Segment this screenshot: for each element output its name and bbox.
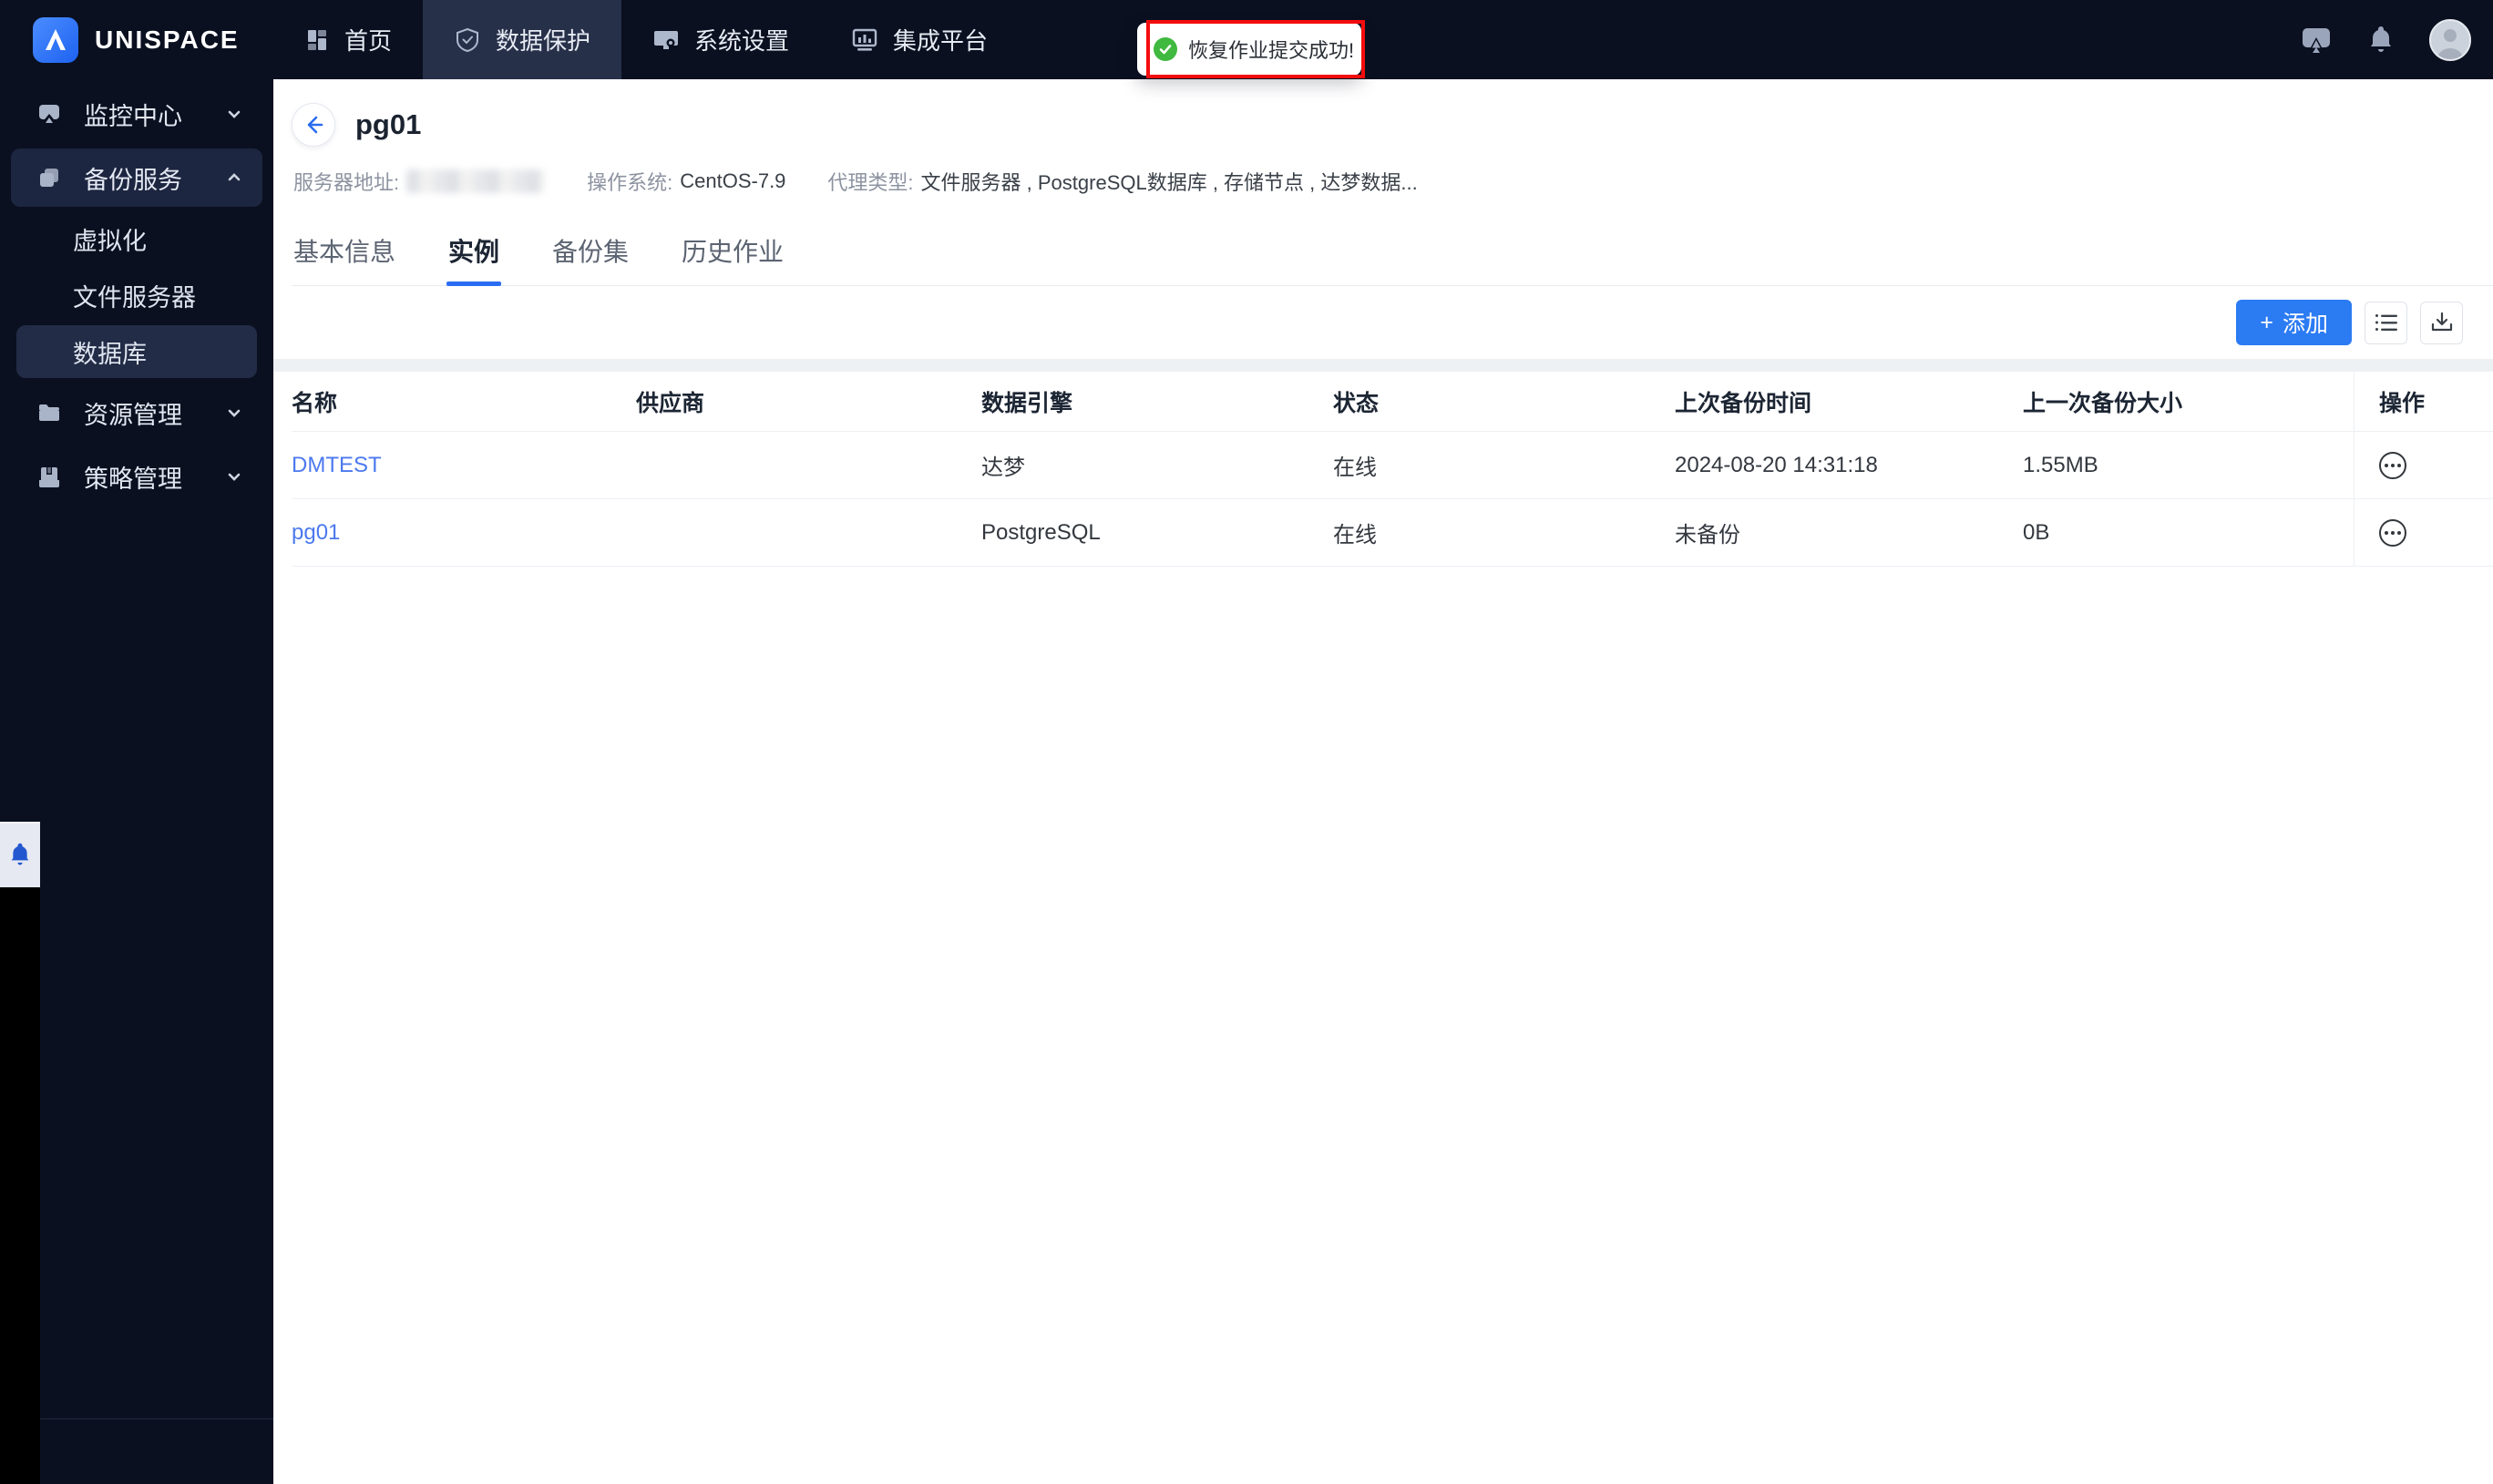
tab-basic-info[interactable]: 基本信息	[292, 223, 397, 285]
os-label: 操作系统:	[587, 171, 673, 194]
last-backup-size-cell: 0B	[2023, 519, 2050, 545]
column-settings-button[interactable]	[2365, 301, 2407, 344]
success-toast: 恢复作业提交成功!	[1137, 23, 1361, 76]
plus-icon: +	[2260, 309, 2273, 335]
table-toolbar: + 添加	[273, 286, 2493, 359]
system-settings-icon	[652, 26, 680, 54]
sidebar-item-resource-management[interactable]: 资源管理	[11, 384, 262, 442]
folder-icon	[36, 400, 64, 425]
shield-check-icon	[454, 26, 481, 54]
sidebar-subitem-label: 虚拟化	[73, 227, 147, 255]
sidebar-item-label: 备份服务	[84, 166, 182, 194]
column-header-last-backup-size: 上一次备份大小	[2023, 390, 2183, 416]
topnav-item-data-protection[interactable]: 数据保护	[423, 0, 622, 79]
column-header-engine: 数据引擎	[981, 390, 1073, 416]
top-navigation: 首页 数据保护 系统设置 集成平台	[273, 0, 1019, 79]
download-icon	[2431, 312, 2452, 332]
sidebar-subitem-label: 文件服务器	[73, 283, 196, 312]
tab-history-jobs[interactable]: 历史作业	[680, 223, 785, 285]
table-header-row: 名称 供应商 数据引擎 状态 上次备份时间 上一次备份大小 操作	[292, 372, 2493, 432]
bell-widget-icon	[11, 843, 29, 865]
topnav-item-integration-platform[interactable]: 集成平台	[820, 0, 1019, 79]
tab-instances[interactable]: 实例	[446, 223, 502, 286]
sidebar-item-label: 资源管理	[84, 401, 182, 429]
export-button[interactable]	[2420, 301, 2463, 344]
topnav-label: 首页	[344, 27, 393, 55]
sidebar-subitem-virtualization[interactable]: 虚拟化	[16, 212, 257, 265]
screen-share-icon[interactable]	[2300, 25, 2333, 56]
server-address-label: 服务器地址:	[293, 171, 400, 194]
add-button[interactable]: + 添加	[2236, 300, 2352, 345]
last-backup-time-cell: 未备份	[1675, 523, 1740, 548]
chevron-up-icon	[224, 168, 244, 188]
engine-cell: 达梦	[981, 455, 1025, 480]
status-cell: 在线	[1333, 523, 1377, 548]
topnav-label: 集成平台	[893, 27, 989, 55]
sidebar-item-label: 策略管理	[84, 465, 182, 493]
sidebar-item-policy-management[interactable]: 策略管理	[11, 447, 262, 506]
column-header-operation: 操作	[2354, 372, 2493, 431]
main-content: pg01 服务器地址: 操作系统: CentOS-7.9 代理类型: 文件服务器…	[273, 79, 2493, 1484]
topnav-label: 系统设置	[694, 27, 790, 55]
notification-widget-tab[interactable]	[0, 822, 40, 887]
sidebar-subitem-label: 数据库	[73, 340, 147, 368]
toast-container: 恢复作业提交成功!	[1137, 20, 1365, 78]
more-actions-button[interactable]	[2379, 518, 2406, 547]
black-strip	[0, 887, 40, 1484]
chevron-down-icon	[224, 466, 244, 486]
brand-name: UNISPACE	[95, 25, 240, 54]
detail-tabs: 基本信息 实例 备份集 历史作业	[292, 223, 2493, 286]
sidebar-subitem-file-server[interactable]: 文件服务器	[16, 269, 257, 322]
sidebar-subitem-database[interactable]: 数据库	[16, 325, 257, 378]
column-header-name: 名称	[292, 390, 338, 416]
table-row: pg01 PostgreSQL 在线 未备份 0B	[292, 499, 2493, 567]
column-header-vendor: 供应商	[636, 390, 705, 416]
last-backup-time-cell: 2024-08-20 14:31:18	[1675, 452, 1878, 477]
section-separator	[273, 359, 2493, 372]
monitor-icon	[36, 101, 64, 127]
instances-table: 名称 供应商 数据引擎 状态 上次备份时间 上一次备份大小 操作 DMTEST …	[273, 372, 2493, 567]
chevron-down-icon	[224, 403, 244, 423]
success-check-icon	[1154, 37, 1177, 61]
server-info-row: 服务器地址: 操作系统: CentOS-7.9 代理类型: 文件服务器 , Po…	[293, 167, 2493, 196]
column-header-status: 状态	[1333, 390, 1380, 416]
agent-type-value: 文件服务器 , PostgreSQL数据库 , 存储节点 , 达梦数据...	[920, 171, 1418, 194]
server-address-redacted	[406, 169, 546, 193]
engine-cell: PostgreSQL	[981, 519, 1101, 545]
instance-name-link[interactable]: pg01	[292, 520, 340, 545]
topbar-right-actions	[2300, 0, 2493, 79]
topnav-item-system-settings[interactable]: 系统设置	[621, 0, 820, 79]
os-value: CentOS-7.9	[680, 169, 786, 192]
last-backup-size-cell: 1.55MB	[2023, 452, 2098, 477]
page-header: pg01 服务器地址: 操作系统: CentOS-7.9 代理类型: 文件服务器…	[273, 79, 2493, 196]
topnav-item-home[interactable]: 首页	[273, 0, 423, 79]
copy-icon	[36, 165, 64, 190]
list-icon	[2375, 314, 2397, 331]
sidebar: 监控中心 备份服务 虚拟化 文件服务器 数据库 资源管理 策略管理	[0, 79, 273, 1484]
unispace-logo-icon	[33, 16, 78, 63]
column-header-last-backup-time: 上次备份时间	[1675, 390, 1812, 416]
back-button[interactable]	[292, 103, 335, 147]
page-title: pg01	[355, 108, 422, 140]
agent-type-label: 代理类型:	[827, 171, 914, 194]
more-actions-button[interactable]	[2379, 451, 2406, 479]
integration-chart-icon	[851, 26, 878, 54]
status-cell: 在线	[1333, 455, 1377, 480]
topnav-label: 数据保护	[496, 27, 591, 55]
toast-message: 恢复作业提交成功!	[1188, 39, 1355, 62]
brand: UNISPACE	[0, 0, 273, 79]
avatar[interactable]	[2429, 18, 2471, 61]
tab-backup-sets[interactable]: 备份集	[550, 223, 631, 285]
home-grid-icon	[304, 27, 330, 53]
sidebar-item-monitoring-center[interactable]: 监控中心	[11, 85, 262, 143]
chevron-down-icon	[224, 104, 244, 124]
instance-name-link[interactable]: DMTEST	[292, 453, 382, 477]
add-button-label: 添加	[2282, 312, 2328, 337]
sidebar-bottom-divider	[40, 1418, 273, 1419]
sidebar-item-backup-services[interactable]: 备份服务	[11, 148, 262, 207]
bell-icon[interactable]	[2367, 25, 2395, 55]
archive-icon	[36, 464, 64, 489]
sidebar-item-label: 监控中心	[84, 102, 182, 130]
table-row: DMTEST 达梦 在线 2024-08-20 14:31:18 1.55MB	[292, 432, 2493, 499]
